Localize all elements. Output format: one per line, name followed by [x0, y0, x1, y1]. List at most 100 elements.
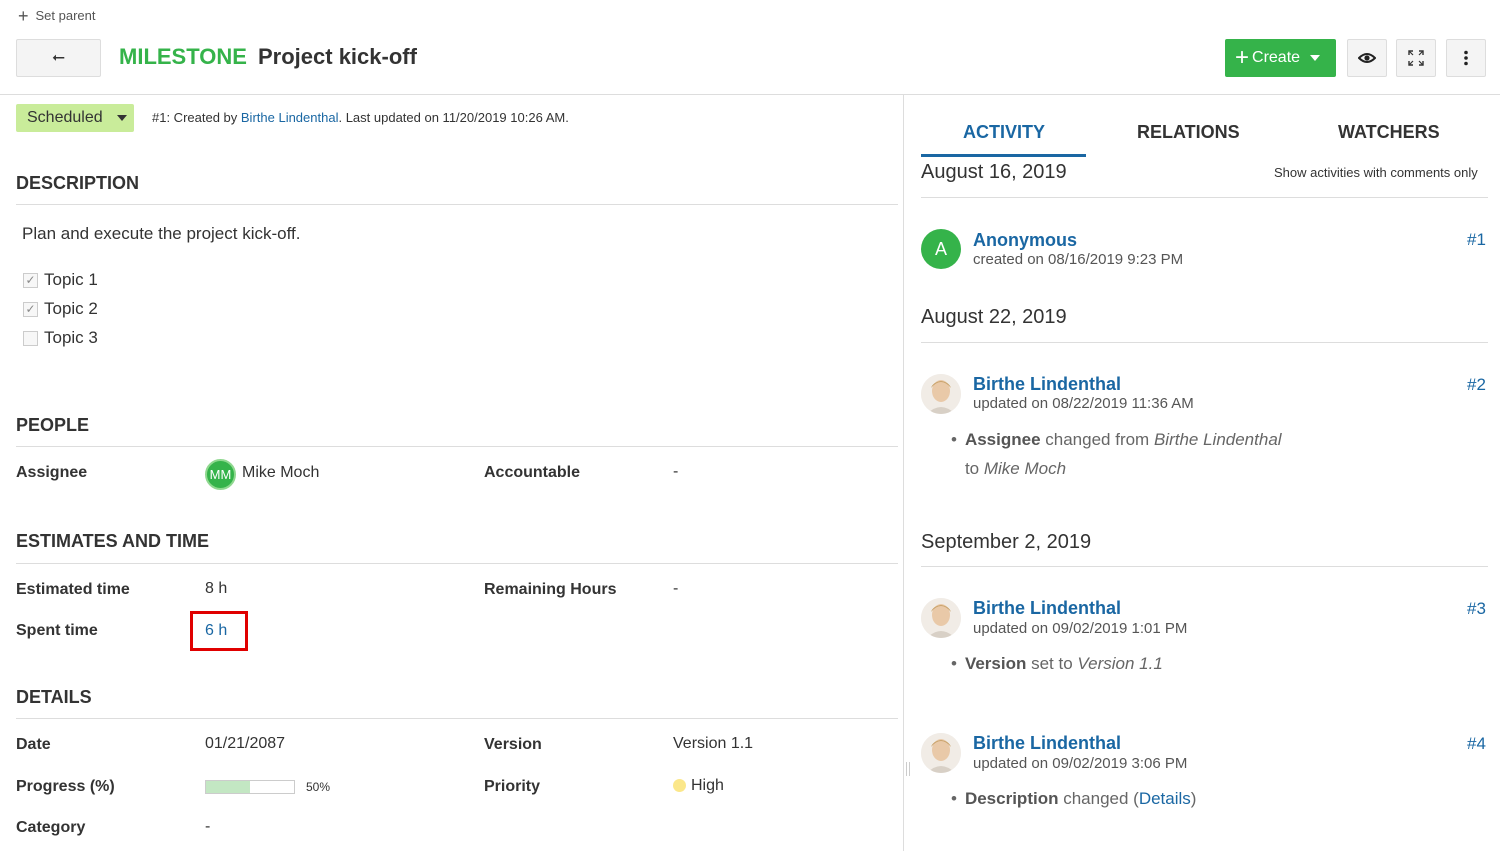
activity-timestamp: updated on 08/22/2019 11:36 AM: [973, 395, 1194, 412]
estimates-title: ESTIMATES AND TIME: [16, 531, 209, 551]
activity-number-link[interactable]: #3: [1467, 599, 1486, 619]
new-value: Version 1.1: [1077, 654, 1163, 673]
list-item: Topic 3: [23, 328, 98, 348]
change-text: set to: [1026, 654, 1078, 673]
old-value: Birthe Lindenthal: [1153, 430, 1282, 449]
activity-number-link[interactable]: #2: [1467, 375, 1486, 395]
eye-icon: [1358, 53, 1376, 63]
activity-timestamp: created on 08/16/2019 9:23 PM: [973, 251, 1184, 268]
work-package-meta: #1: Created by Birthe Lindenthal. Last u…: [152, 110, 569, 125]
assignee-value[interactable]: Mike Moch: [242, 464, 319, 482]
category-value[interactable]: -: [205, 818, 210, 836]
estimated-time-value[interactable]: 8 h: [205, 580, 227, 598]
fullscreen-button[interactable]: [1396, 39, 1436, 77]
activity-number-link[interactable]: #1: [1467, 230, 1486, 250]
work-package-type[interactable]: MILESTONE: [119, 44, 247, 70]
topic-label: Topic 3: [44, 328, 98, 347]
activity-date-heading: August 16, 2019: [921, 161, 1067, 183]
status-label: Scheduled: [27, 109, 103, 126]
watch-button[interactable]: [1347, 39, 1387, 77]
details-link[interactable]: Details: [1139, 789, 1191, 808]
spent-time-label: Spent time: [16, 622, 98, 639]
bullet-dot: •: [951, 654, 957, 673]
set-parent-label: Set parent: [35, 8, 96, 23]
plus-icon: +: [1235, 44, 1250, 71]
spent-time-link[interactable]: 6 h: [205, 622, 227, 640]
avatar: MM: [205, 459, 236, 490]
tab-relations[interactable]: RELATIONS: [1137, 122, 1240, 143]
back-button[interactable]: ⭠: [16, 39, 101, 77]
tab-watchers[interactable]: WATCHERS: [1338, 122, 1440, 143]
new-value: Mike Moch: [983, 459, 1067, 478]
header-divider: [0, 94, 1500, 95]
progress-label: Progress (%): [16, 778, 115, 795]
description-text[interactable]: Plan and execute the project kick-off.: [22, 224, 300, 244]
changed-field: Description: [964, 789, 1059, 808]
section-divider: [16, 446, 898, 447]
back-arrow-icon: ⭠: [52, 49, 65, 66]
author-link[interactable]: Birthe Lindenthal: [241, 110, 339, 125]
create-button[interactable]: + Create: [1225, 39, 1336, 77]
activity-timestamp: updated on 09/02/2019 3:06 PM: [973, 755, 1188, 772]
progress-bar[interactable]: [205, 780, 295, 794]
section-divider: [16, 563, 898, 564]
topic-label: Topic 2: [44, 299, 98, 318]
activity-detail: • Description changed (Details): [951, 784, 1196, 813]
priority-value[interactable]: High: [691, 777, 724, 795]
topic-label: Topic 1: [44, 270, 98, 289]
category-label: Category: [16, 819, 86, 836]
remaining-hours-value[interactable]: -: [673, 580, 678, 598]
activity-user-link[interactable]: Anonymous: [973, 230, 1077, 251]
date-label: Date: [16, 736, 51, 753]
avatar: [921, 598, 961, 638]
date-value[interactable]: 01/21/2087: [205, 735, 285, 753]
checkbox-checked[interactable]: ✓: [23, 272, 38, 288]
section-divider: [921, 566, 1488, 567]
list-item: ✓ Topic 2: [23, 299, 98, 319]
activity-number-link[interactable]: #4: [1467, 734, 1486, 754]
more-button[interactable]: [1446, 39, 1486, 77]
version-value[interactable]: Version 1.1: [673, 735, 753, 753]
create-label: Create: [1252, 49, 1301, 66]
list-item: ✓ Topic 1: [23, 270, 98, 290]
resize-handle[interactable]: [906, 762, 910, 776]
assignee-label: Assignee: [16, 464, 88, 481]
chevron-down-icon: [116, 115, 127, 121]
activity-detail: • Assignee changed from Birthe Lindentha…: [951, 425, 1282, 483]
section-divider: [16, 718, 898, 719]
change-text: ): [1190, 789, 1197, 808]
activity-user-link[interactable]: Birthe Lindenthal: [973, 598, 1121, 619]
bullet-dot: •: [951, 430, 957, 449]
comments-only-toggle[interactable]: Show activities with comments only: [1274, 165, 1478, 180]
meta-suffix: . Last updated on 11/20/2019 10:26 AM.: [338, 110, 569, 125]
activity-user-link[interactable]: Birthe Lindenthal: [973, 374, 1121, 395]
page-title[interactable]: Project kick-off: [258, 44, 417, 70]
active-tab-indicator: [921, 154, 1086, 157]
checkbox-checked[interactable]: ✓: [23, 301, 38, 317]
more-vertical-icon: [1464, 50, 1468, 66]
status-dropdown[interactable]: Scheduled: [16, 104, 134, 132]
activity-detail: • Version set to Version 1.1: [951, 649, 1163, 678]
activity-user-link[interactable]: Birthe Lindenthal: [973, 733, 1121, 754]
priority-label: Priority: [484, 778, 541, 795]
user-photo-icon: [921, 733, 961, 773]
checkbox-unchecked[interactable]: [23, 330, 38, 346]
people-title: PEOPLE: [16, 415, 90, 435]
section-divider: [16, 204, 898, 205]
tab-activity[interactable]: ACTIVITY: [963, 122, 1045, 143]
avatar: A: [921, 229, 961, 269]
chevron-down-icon: [1310, 55, 1321, 61]
progress-percent: 50%: [306, 780, 331, 794]
accountable-value[interactable]: -: [673, 463, 678, 481]
avatar: [921, 374, 961, 414]
set-parent-link[interactable]: + Set parent: [18, 5, 96, 26]
bullet-dot: •: [951, 789, 957, 808]
plus-icon: +: [18, 5, 29, 26]
section-divider: [921, 197, 1488, 198]
activity-date-heading: August 22, 2019: [921, 306, 1067, 328]
change-text: to: [964, 459, 984, 478]
changed-field: Version: [964, 654, 1027, 673]
changed-field: Assignee: [964, 430, 1041, 449]
accountable-label: Accountable: [484, 464, 581, 481]
column-divider: [903, 95, 904, 851]
